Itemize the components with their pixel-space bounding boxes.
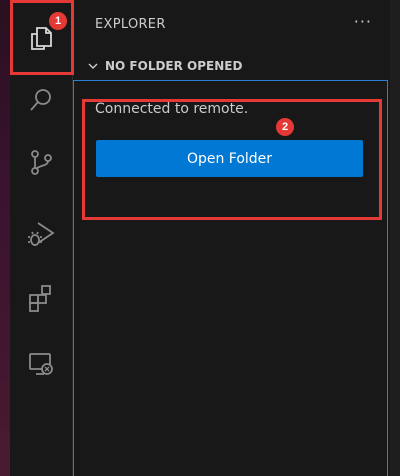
annotation-badge-2: 2 — [276, 118, 294, 136]
window-edge — [0, 0, 10, 476]
sidebar-title: EXPLORER — [95, 17, 166, 32]
section-header-no-folder[interactable]: NO FOLDER OPENED — [87, 57, 242, 75]
activity-run-debug[interactable] — [10, 208, 72, 260]
run-debug-icon — [28, 222, 55, 246]
more-actions-icon[interactable]: ··· — [354, 12, 372, 31]
explorer-sidebar: EXPLORER ··· NO FOLDER OPENED Connected … — [73, 0, 390, 476]
annotation-box-1 — [10, 0, 74, 75]
source-control-icon — [31, 150, 52, 175]
activity-search[interactable] — [10, 74, 72, 126]
activity-extensions[interactable] — [10, 272, 72, 324]
extensions-icon — [29, 285, 51, 312]
annotation-badge-1: 1 — [49, 12, 67, 30]
activity-source-control[interactable] — [10, 136, 72, 188]
section-title: NO FOLDER OPENED — [105, 59, 243, 73]
search-icon — [30, 89, 51, 111]
activity-remote-explorer[interactable] — [10, 338, 72, 390]
editor-edge — [390, 0, 400, 476]
annotation-box-2 — [82, 99, 382, 220]
remote-explorer-icon — [29, 353, 53, 375]
chevron-down-icon — [88, 63, 98, 69]
